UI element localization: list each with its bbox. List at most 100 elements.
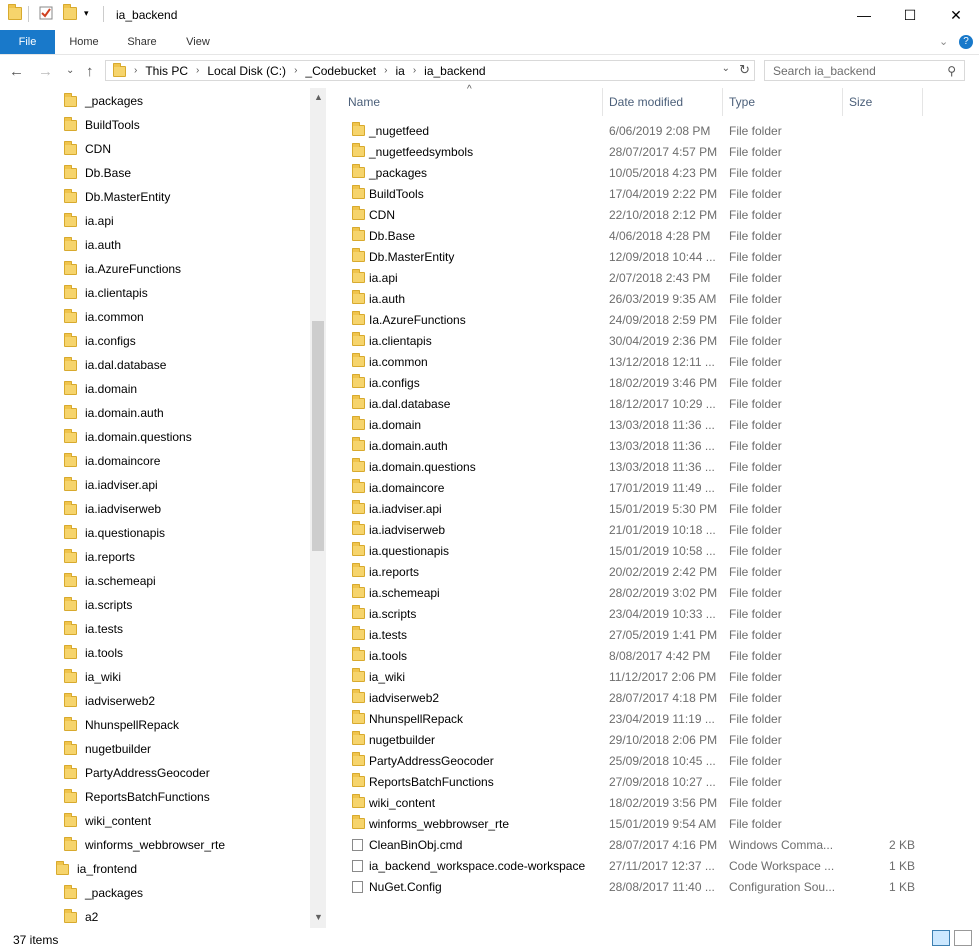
address-dropdown-icon[interactable]: ⌄ — [722, 63, 730, 74]
file-row[interactable]: ia.configs 18/02/2019 3:46 PM File folder — [336, 372, 966, 393]
column-divider[interactable] — [602, 88, 603, 116]
breadcrumb-local-disk[interactable]: Local Disk (C:) — [207, 64, 286, 78]
close-button[interactable]: ✕ — [933, 0, 979, 30]
file-row[interactable]: PartyAddressGeocoder 25/09/2018 10:45 ...… — [336, 750, 966, 771]
file-row[interactable]: ia.auth 26/03/2019 9:35 AM File folder — [336, 288, 966, 309]
chevron-right-icon[interactable]: › — [196, 65, 199, 76]
sidebar-item[interactable]: ia.domaincore — [64, 449, 160, 473]
file-row[interactable]: NhunspellRepack 23/04/2019 11:19 ... File … — [336, 708, 966, 729]
file-row[interactable]: ia_backend_workspace.code-workspace 27/11… — [336, 855, 966, 876]
file-row[interactable]: ia.domaincore 17/01/2019 11:49 ... File fo… — [336, 477, 966, 498]
sidebar-item[interactable]: ia_wiki — [64, 665, 121, 689]
sidebar-item[interactable]: CDN — [64, 137, 111, 161]
column-header-name[interactable]: Name — [348, 88, 380, 116]
file-row[interactable]: BuildTools 17/04/2019 2:22 PM File folder — [336, 183, 966, 204]
scrollbar-thumb[interactable] — [312, 321, 324, 551]
column-header-type[interactable]: Type — [729, 88, 755, 116]
file-row[interactable]: ia_wiki 11/12/2017 2:06 PM File folder — [336, 666, 966, 687]
file-row[interactable]: Db.Base 4/06/2018 4:28 PM File folder — [336, 225, 966, 246]
breadcrumb-this-pc[interactable]: This PC — [145, 64, 188, 78]
file-row[interactable]: ia.reports 20/02/2019 2:42 PM File folder — [336, 561, 966, 582]
sidebar-item[interactable]: nugetbuilder — [64, 737, 151, 761]
file-row[interactable]: NuGet.Config 28/08/2017 11:40 ... Configur… — [336, 876, 966, 897]
sidebar-item[interactable]: ia.domain — [64, 377, 137, 401]
address-bar[interactable]: › This PC › Local Disk (C:) › _Codebucke… — [105, 60, 755, 81]
up-arrow-icon[interactable]: ↑ — [86, 63, 94, 80]
scroll-up-icon[interactable]: ▲ — [314, 92, 323, 102]
column-divider[interactable] — [842, 88, 843, 116]
large-icons-view-icon[interactable] — [954, 930, 972, 946]
sidebar-item[interactable]: ia_frontend — [56, 857, 137, 881]
column-header-date[interactable]: Date modified — [609, 88, 683, 116]
file-row[interactable]: ia.iadviserweb 21/01/2019 10:18 ... File f… — [336, 519, 966, 540]
sidebar-item[interactable]: _packages — [64, 89, 143, 113]
file-row[interactable]: iadviserweb2 28/07/2017 4:18 PM File folde… — [336, 687, 966, 708]
customize-toolbar-icon[interactable]: ▾ — [84, 8, 89, 19]
help-icon[interactable]: ? — [959, 35, 973, 49]
sidebar-item[interactable]: Db.Base — [64, 161, 131, 185]
sidebar-item[interactable]: ia.iadviser.api — [64, 473, 158, 497]
breadcrumb-codebucket[interactable]: _Codebucket — [305, 64, 376, 78]
file-row[interactable]: ia.dal.database 18/12/2017 10:29 ... File … — [336, 393, 966, 414]
expand-ribbon-icon[interactable]: ⌄ — [939, 35, 948, 48]
sidebar-item[interactable]: ia.dal.database — [64, 353, 166, 377]
sidebar-item[interactable]: ia.clientapis — [64, 281, 148, 305]
sidebar-item[interactable]: winforms_webbrowser_rte — [64, 833, 225, 857]
file-row[interactable]: ia.iadviser.api 15/01/2019 5:30 PM File fo… — [336, 498, 966, 519]
file-row[interactable]: ia.api 2/07/2018 2:43 PM File folder — [336, 267, 966, 288]
sidebar-item[interactable]: ia.api — [64, 209, 114, 233]
file-row[interactable]: wiki_content 18/02/2019 3:56 PM File folde… — [336, 792, 966, 813]
sidebar-item[interactable]: ia.tools — [64, 641, 123, 665]
file-row[interactable]: ia.domain.questions 13/03/2018 11:36 ... F… — [336, 456, 966, 477]
tab-share[interactable]: Share — [120, 30, 164, 54]
file-row[interactable]: ia.schemeapi 28/02/2019 3:02 PM File folde… — [336, 582, 966, 603]
file-row[interactable]: _nugetfeedsymbols 28/07/2017 4:57 PM File … — [336, 141, 966, 162]
maximize-button[interactable]: ☐ — [887, 0, 933, 30]
sidebar-item[interactable]: _packages — [64, 881, 143, 905]
file-row[interactable]: _packages 10/05/2018 4:23 PM File folder — [336, 162, 966, 183]
file-row[interactable]: ia.domain.auth 13/03/2018 11:36 ... File f… — [336, 435, 966, 456]
sidebar-item[interactable]: NhunspellRepack — [64, 713, 179, 737]
details-view-icon[interactable] — [932, 930, 950, 946]
file-row[interactable]: ia.scripts 23/04/2019 10:33 ... File folde… — [336, 603, 966, 624]
sidebar-item[interactable]: ia.questionapis — [64, 521, 165, 545]
column-divider[interactable] — [722, 88, 723, 116]
scroll-down-icon[interactable]: ▼ — [314, 912, 323, 922]
column-divider[interactable] — [922, 88, 923, 116]
chevron-right-icon[interactable]: › — [413, 65, 416, 76]
sidebar-item[interactable]: ia.domain.auth — [64, 401, 164, 425]
properties-icon[interactable] — [38, 5, 54, 21]
file-row[interactable]: _nugetfeed 6/06/2019 2:08 PM File folder — [336, 120, 966, 141]
tab-view[interactable]: View — [176, 30, 220, 54]
sidebar-item[interactable]: ia.iadviserweb — [64, 497, 161, 521]
sidebar-item[interactable]: BuildTools — [64, 113, 140, 137]
file-row[interactable]: winforms_webbrowser_rte 15/01/2019 9:54 A… — [336, 813, 966, 834]
minimize-button[interactable]: — — [841, 0, 887, 30]
file-row[interactable]: ia.tools 8/08/2017 4:42 PM File folder — [336, 645, 966, 666]
sidebar-item[interactable]: PartyAddressGeocoder — [64, 761, 210, 785]
sidebar-item[interactable]: ia.auth — [64, 233, 121, 257]
sidebar-item[interactable]: ia.configs — [64, 329, 136, 353]
sidebar-item[interactable]: a2 — [64, 905, 98, 928]
tab-file[interactable]: File — [0, 30, 55, 54]
chevron-right-icon[interactable]: › — [384, 65, 387, 76]
file-row[interactable]: ReportsBatchFunctions 27/09/2018 10:27 ..… — [336, 771, 966, 792]
sidebar-item[interactable]: ReportsBatchFunctions — [64, 785, 210, 809]
back-arrow-icon[interactable]: ← — [9, 63, 24, 80]
recent-locations-icon[interactable]: ⌄ — [66, 65, 74, 76]
file-row[interactable]: ia.clientapis 30/04/2019 2:36 PM File fold… — [336, 330, 966, 351]
file-row[interactable]: nugetbuilder 29/10/2018 2:06 PM File folde… — [336, 729, 966, 750]
chevron-right-icon[interactable]: › — [294, 65, 297, 76]
sidebar-item[interactable]: ia.scripts — [64, 593, 132, 617]
file-row[interactable]: CleanBinObj.cmd 28/07/2017 4:16 PM Windows… — [336, 834, 966, 855]
sidebar-item[interactable]: ia.tests — [64, 617, 123, 641]
sidebar-item[interactable]: wiki_content — [64, 809, 151, 833]
sidebar-item[interactable]: iadviserweb2 — [64, 689, 155, 713]
file-row[interactable]: ia.tests 27/05/2019 1:41 PM File folder — [336, 624, 966, 645]
sidebar-item[interactable]: Db.MasterEntity — [64, 185, 170, 209]
file-row[interactable]: ia.questionapis 15/01/2019 10:58 ... File … — [336, 540, 966, 561]
file-row[interactable]: ia.domain 13/03/2018 11:36 ... File folder — [336, 414, 966, 435]
sidebar-item[interactable]: ia.reports — [64, 545, 135, 569]
refresh-icon[interactable]: ↻ — [739, 62, 750, 78]
sidebar-item[interactable]: ia.common — [64, 305, 144, 329]
